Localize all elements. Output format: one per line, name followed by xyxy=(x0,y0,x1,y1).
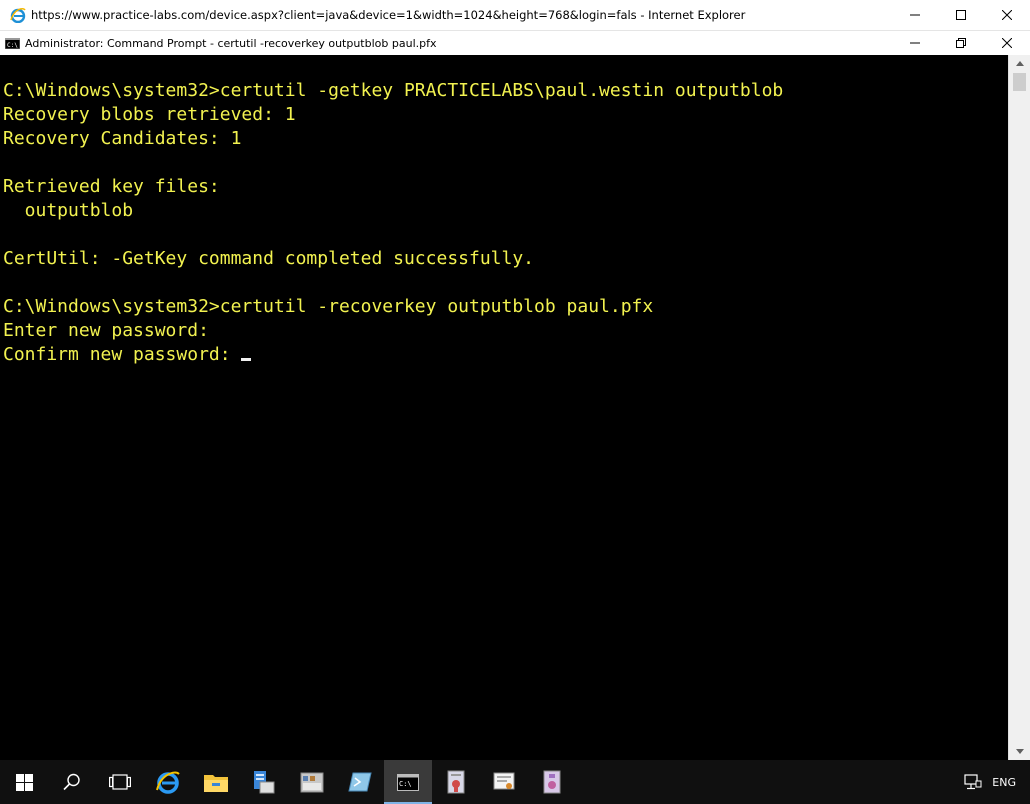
network-button[interactable] xyxy=(964,774,982,790)
minimize-icon xyxy=(910,14,920,16)
task-view-icon xyxy=(109,774,131,790)
scroll-up-button[interactable] xyxy=(1009,55,1030,72)
browser-close-button[interactable] xyxy=(984,0,1030,30)
server-manager-icon xyxy=(254,771,275,794)
cmd-window-title: Administrator: Command Prompt - certutil… xyxy=(25,36,437,50)
certificate-templates-icon xyxy=(493,772,515,790)
cmd-restore-button[interactable] xyxy=(938,31,984,55)
taskbar-command-prompt[interactable]: C:\ xyxy=(384,760,432,804)
internet-explorer-icon xyxy=(156,771,180,794)
certificate-authority-icon xyxy=(447,770,465,794)
browser-maximize-button[interactable] xyxy=(938,0,984,30)
console-line: Retrieved key files: xyxy=(3,176,220,197)
scroll-thumb[interactable] xyxy=(1013,73,1026,91)
console-line: Recovery blobs retrieved: 1 xyxy=(3,104,296,125)
start-button[interactable] xyxy=(0,760,48,804)
console-line: CertUtil: -GetKey command completed succ… xyxy=(3,248,535,269)
text-cursor xyxy=(241,358,252,361)
command-prompt-icon: C:\ xyxy=(397,773,419,791)
console-line: Enter new password: xyxy=(3,320,209,341)
taskbar-certificate-templates[interactable] xyxy=(480,760,528,804)
console-scrollbar[interactable] xyxy=(1008,55,1030,760)
taskbar-archive[interactable] xyxy=(528,760,576,804)
cmd-close-button[interactable] xyxy=(984,31,1030,55)
search-icon xyxy=(63,773,80,791)
task-view-button[interactable] xyxy=(96,760,144,804)
svg-text:C:\: C:\ xyxy=(7,42,18,49)
file-explorer-icon xyxy=(204,775,228,792)
taskbar-internet-explorer[interactable] xyxy=(144,760,192,804)
cmd-title-bar[interactable]: C:\ Administrator: Command Prompt - cert… xyxy=(0,31,1030,55)
console-prompt-line[interactable]: Confirm new password: xyxy=(3,343,783,367)
console-line: C:\Windows\system32>certutil -recoverkey… xyxy=(3,296,654,317)
powershell-icon xyxy=(348,772,372,792)
svg-text:C:\: C:\ xyxy=(399,780,412,788)
close-icon xyxy=(1002,10,1012,20)
taskbar-file-explorer[interactable] xyxy=(192,760,240,804)
console-line: Confirm new password: xyxy=(3,344,242,365)
taskbar-certificate-authority[interactable] xyxy=(432,760,480,804)
minimize-icon xyxy=(910,42,920,44)
browser-title-bar[interactable]: https://www.practice-labs.com/device.asp… xyxy=(0,0,1030,31)
system-tray: ENG xyxy=(964,760,1030,804)
console-lines: C:\Windows\system32>certutil -getkey PRA… xyxy=(3,79,783,367)
taskbar: C:\ ENG xyxy=(0,760,1030,804)
maximize-icon xyxy=(956,10,966,20)
internet-explorer-icon xyxy=(10,8,26,23)
browser-minimize-button[interactable] xyxy=(892,0,938,30)
restore-icon xyxy=(956,38,966,48)
input-language-indicator[interactable]: ENG xyxy=(992,776,1016,789)
archive-icon xyxy=(543,770,561,794)
chevron-down-icon xyxy=(1016,749,1024,754)
console-line: C:\Windows\system32>certutil -getkey PRA… xyxy=(3,80,784,101)
console-output[interactable]: C:\Windows\system32>certutil -getkey PRA… xyxy=(0,55,1008,760)
network-icon xyxy=(964,774,982,790)
start-icon xyxy=(15,773,33,791)
browser-window-title: https://www.practice-labs.com/device.asp… xyxy=(31,8,746,22)
scroll-down-button[interactable] xyxy=(1009,743,1030,760)
search-button[interactable] xyxy=(48,760,96,804)
taskbar-tools[interactable] xyxy=(288,760,336,804)
command-prompt-icon: C:\ xyxy=(5,37,20,49)
cmd-minimize-button[interactable] xyxy=(892,31,938,55)
chevron-up-icon xyxy=(1016,61,1024,66)
taskbar-powershell[interactable] xyxy=(336,760,384,804)
taskbar-server-manager[interactable] xyxy=(240,760,288,804)
tools-icon xyxy=(300,772,324,793)
close-icon xyxy=(1002,38,1012,48)
console-line: Recovery Candidates: 1 xyxy=(3,128,242,149)
console-line: outputblob xyxy=(3,200,134,221)
